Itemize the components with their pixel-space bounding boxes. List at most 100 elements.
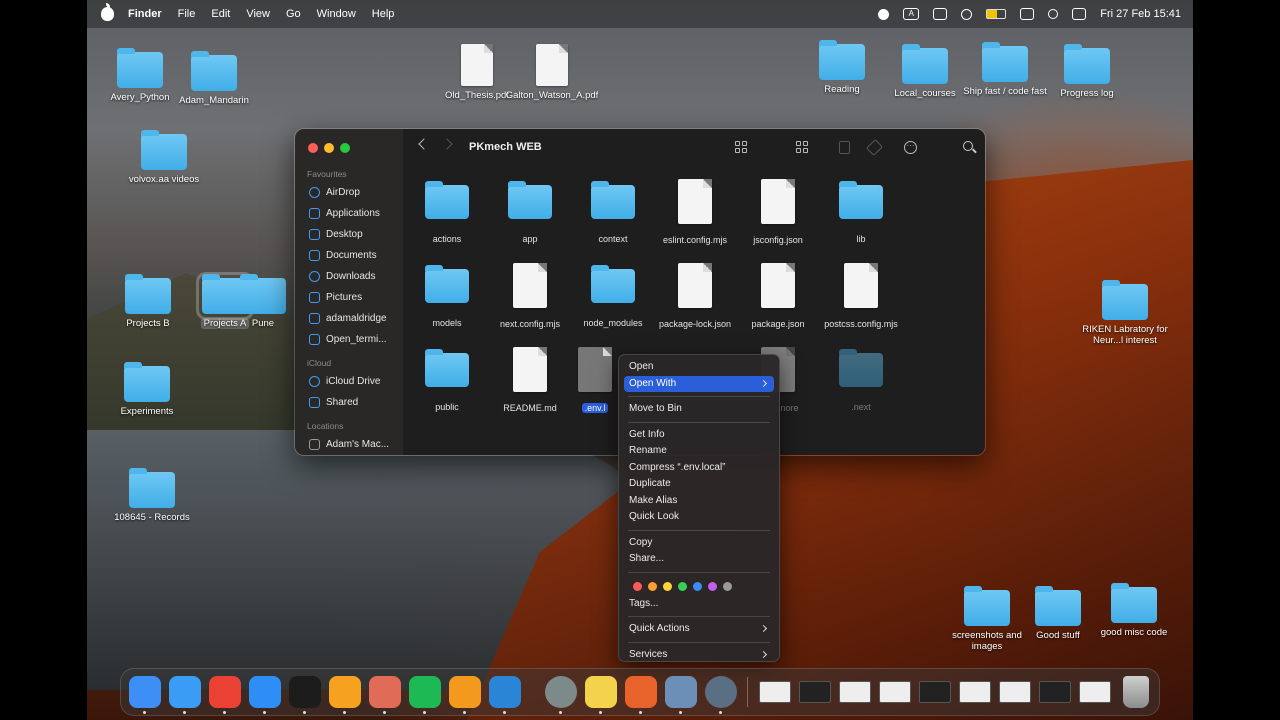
minimized-window-thumbnail[interactable] — [959, 681, 991, 703]
desktop-folder[interactable]: volvox.aa videos — [114, 130, 214, 185]
vscode-icon[interactable] — [489, 676, 521, 708]
menu-file[interactable]: File — [178, 8, 196, 20]
back-button[interactable] — [418, 138, 430, 150]
notes-icon[interactable] — [585, 676, 617, 708]
sidebar-item-mac[interactable]: Adam's Mac... — [295, 434, 403, 455]
menu-item-open-with[interactable]: Open With — [624, 375, 774, 392]
menu-item-services[interactable]: Services — [624, 647, 774, 664]
menu-item-duplicate[interactable]: Duplicate — [624, 476, 774, 493]
preview-icon[interactable] — [665, 676, 697, 708]
menu-item-move-to-bin[interactable]: Move to Bin — [624, 401, 774, 418]
group-button[interactable] — [796, 141, 808, 154]
input-source-icon[interactable]: A — [903, 8, 920, 20]
tag-color-dot[interactable] — [663, 581, 672, 591]
menu-edit[interactable]: Edit — [211, 8, 230, 20]
file-item[interactable]: app — [490, 167, 570, 245]
safari-icon[interactable] — [169, 676, 201, 708]
sidebar-item-home[interactable]: adamaldridge — [295, 308, 403, 329]
view-mode-button[interactable] — [735, 141, 747, 154]
minimized-window-thumbnail[interactable] — [1079, 681, 1111, 703]
file-item[interactable]: package.json — [738, 251, 818, 330]
file-item[interactable]: README.md — [490, 335, 570, 414]
file-item[interactable]: actions — [407, 167, 487, 245]
launchpad-icon[interactable] — [369, 676, 401, 708]
tag-color-dot[interactable] — [723, 581, 732, 591]
sidebar-item-documents[interactable]: Documents — [295, 245, 403, 266]
share-icon[interactable] — [839, 141, 850, 154]
sidebar-item-airdrop[interactable]: AirDrop — [295, 182, 403, 203]
file-item[interactable]: models — [407, 251, 487, 329]
minimized-window-thumbnail[interactable] — [879, 681, 911, 703]
clock[interactable]: Fri 27 Feb 15:41 — [1100, 8, 1181, 20]
minimized-window-thumbnail[interactable] — [919, 681, 951, 703]
file-item[interactable]: context — [573, 167, 653, 245]
sidebar-item-icloud-drive[interactable]: iCloud Drive — [295, 371, 403, 392]
menu-item-open[interactable]: Open — [624, 359, 774, 376]
sublime-icon[interactable] — [449, 676, 481, 708]
desktop-folder[interactable]: Pune — [233, 274, 293, 329]
window-icon[interactable] — [933, 8, 948, 20]
file-item[interactable]: next.config.mjs — [490, 251, 570, 330]
desktop-folder[interactable]: Adam_Mandarin — [164, 51, 264, 106]
search-icon[interactable] — [963, 141, 973, 151]
close-window-button[interactable] — [308, 143, 318, 153]
file-item[interactable]: eslint.config.mjs — [655, 167, 735, 246]
file-item[interactable]: postcss.config.mjs — [821, 251, 901, 330]
play-icon[interactable] — [961, 8, 973, 20]
minimized-window-thumbnail[interactable] — [839, 681, 871, 703]
menu-item-get-info[interactable]: Get Info — [624, 427, 774, 444]
desktop-folder[interactable]: RIKEN Labratory for Neur...l interest — [1073, 280, 1177, 346]
minimized-window-thumbnail[interactable] — [999, 681, 1031, 703]
quicktime-icon[interactable] — [705, 676, 737, 708]
tag-color-dot[interactable] — [633, 581, 642, 591]
app-store-icon[interactable] — [249, 676, 281, 708]
desktop-file[interactable]: Galton_Watson_A.pdf — [502, 44, 602, 101]
apple-menu-icon[interactable] — [101, 3, 114, 21]
menu-item-copy[interactable]: Copy — [624, 535, 774, 552]
tag-icon[interactable] — [866, 139, 883, 156]
tag-color-dot[interactable] — [693, 581, 702, 591]
desktop-folder[interactable]: good misc code — [1084, 583, 1184, 638]
sidebar-item-desktop[interactable]: Desktop — [295, 224, 403, 245]
menu-item-quick-actions[interactable]: Quick Actions — [624, 621, 774, 638]
minimized-window-thumbnail[interactable] — [759, 681, 791, 703]
pages-icon[interactable] — [329, 676, 361, 708]
file-item[interactable]: node_modules — [573, 251, 653, 329]
spotify-icon[interactable] — [409, 676, 441, 708]
spotlight-icon[interactable] — [1048, 9, 1059, 19]
tex-icon[interactable] — [545, 676, 577, 708]
link-icon[interactable] — [1020, 8, 1035, 20]
minimize-window-button[interactable] — [324, 143, 334, 153]
control-center-icon[interactable] — [1072, 8, 1087, 20]
sidebar-item-downloads[interactable]: Downloads — [295, 266, 403, 287]
menu-finder[interactable]: Finder — [128, 8, 162, 20]
firefox-icon[interactable] — [625, 676, 657, 708]
menu-item-make-alias[interactable]: Make Alias — [624, 493, 774, 510]
desktop-folder[interactable]: 108645 - Records — [102, 468, 202, 523]
minimized-window-thumbnail[interactable] — [799, 681, 831, 703]
terminal-icon[interactable] — [289, 676, 321, 708]
record-icon[interactable] — [878, 8, 890, 20]
tag-color-dot[interactable] — [678, 581, 687, 591]
sidebar-item-shared[interactable]: Shared — [295, 392, 403, 413]
file-item[interactable]: jsconfig.json — [738, 167, 818, 246]
file-item[interactable]: public — [407, 335, 487, 413]
menu-view[interactable]: View — [246, 8, 270, 20]
menu-item-tags[interactable]: Tags... — [624, 596, 774, 613]
more-actions-icon[interactable]: ··· — [904, 141, 917, 154]
forward-button[interactable] — [441, 138, 453, 150]
file-item[interactable]: lib — [821, 167, 901, 245]
file-item[interactable]: .next — [821, 335, 901, 413]
zoom-window-button[interactable] — [340, 143, 350, 153]
menu-window[interactable]: Window — [317, 8, 356, 20]
menu-help[interactable]: Help — [372, 8, 395, 20]
menu-item-quick-look[interactable]: Quick Look — [624, 509, 774, 526]
tag-color-dot[interactable] — [708, 581, 717, 591]
chrome-icon[interactable] — [209, 676, 241, 708]
menu-item-rename[interactable]: Rename — [624, 443, 774, 460]
file-item-selected[interactable]: .env.l — [573, 335, 617, 414]
trash-icon[interactable] — [1123, 676, 1149, 708]
finder-icon[interactable] — [129, 676, 161, 708]
menu-item-share[interactable]: Share... — [624, 551, 774, 568]
file-item[interactable]: package-lock.json — [655, 251, 735, 330]
